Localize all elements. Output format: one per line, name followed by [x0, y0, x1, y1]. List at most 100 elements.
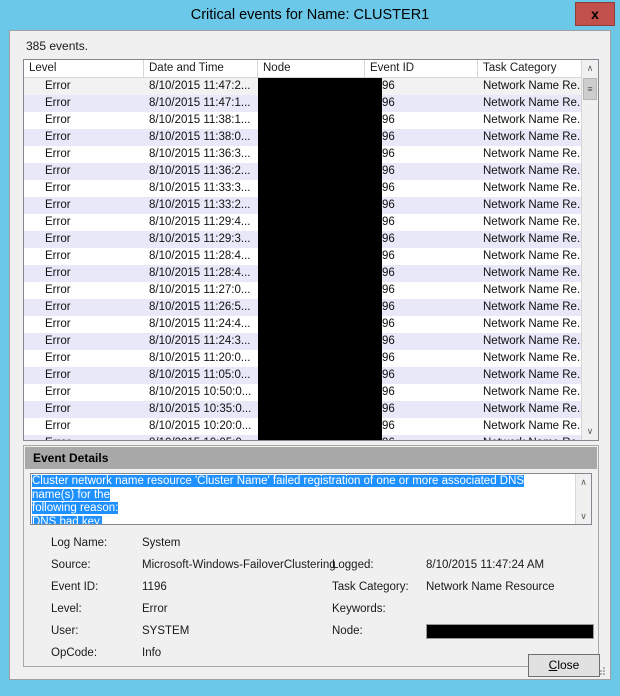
cell-task-category: Network Name Re... — [483, 182, 583, 194]
detail-label: Logged: — [332, 559, 374, 571]
cell-level: Error — [45, 250, 71, 262]
cell-task-category: Network Name Re... — [483, 403, 583, 415]
node-column-redaction — [258, 78, 382, 440]
cell-datetime: 8/10/2015 11:28:4... — [149, 267, 251, 279]
cell-datetime: 8/10/2015 11:47:2... — [149, 80, 251, 92]
cell-datetime: 8/10/2015 11:29:3... — [149, 233, 251, 245]
cell-datetime: 8/10/2015 11:24:3... — [149, 335, 251, 347]
cell-task-category: Network Name Re... — [483, 420, 583, 432]
cell-task-category: Network Name Re... — [483, 131, 583, 143]
events-list-header[interactable]: Level Date and Time Node Event ID Task Categ… — [24, 60, 598, 78]
cell-task-category: Network Name Re... — [483, 267, 583, 279]
detail-field-row: Source: Microsoft-Windows-FailoverCluster… — [24, 554, 598, 576]
detail-label: User: — [51, 625, 79, 637]
cell-datetime: 8/10/2015 10:50:0... — [149, 386, 252, 398]
cell-level: Error — [45, 114, 71, 126]
detail-label: Source: — [51, 559, 91, 571]
cell-datetime: 8/10/2015 11:29:4... — [149, 216, 251, 228]
column-header-task-category[interactable]: Task Category — [478, 60, 583, 77]
cell-task-category: Network Name Re... — [478, 435, 583, 440]
cell-level: Error — [45, 267, 71, 279]
detail-label: Level: — [51, 603, 82, 615]
close-button[interactable]: Close — [528, 654, 600, 677]
events-list-scrollbar[interactable]: ∧ ≡ ∨ — [581, 60, 598, 440]
cell-datetime: 8/10/2015 11:20:0... — [149, 352, 251, 364]
cell-level: Error — [45, 97, 71, 109]
cell-level: Error — [45, 318, 71, 330]
cell-level: Error — [45, 420, 71, 432]
cell-level: Error — [45, 148, 71, 160]
events-count-label: 385 events. — [26, 39, 89, 53]
cell-datetime: 8/10/2015 11:26:5... — [149, 301, 251, 313]
detail-label: Log Name: — [51, 537, 108, 549]
detail-value: 1196 — [142, 581, 167, 593]
cell-task-category: Network Name Re... — [483, 165, 583, 177]
detail-value: 8/10/2015 11:47:24 AM — [426, 559, 545, 571]
cell-task-category: Network Name Re... — [483, 216, 583, 228]
cell-level: Error — [45, 352, 71, 364]
cell-task-category: Network Name Re... — [483, 318, 583, 330]
cell-task-category: Network Name Re... — [483, 284, 583, 296]
detail-label: Task Category: — [332, 581, 409, 593]
description-line: DNS bad key. — [32, 515, 560, 524]
detail-value: System — [142, 537, 181, 549]
event-description-scrollbar[interactable]: ∧ ∨ — [575, 474, 591, 524]
detail-field-row: Level: Error Keywords: — [24, 598, 598, 620]
cell-datetime: 8/10/2015 10:20:0... — [149, 420, 252, 432]
cell-datetime: 8/10/2015 11:05:0... — [149, 369, 251, 381]
description-line-text: Cluster network name resource 'Cluster N… — [32, 475, 525, 501]
detail-value: Error — [142, 603, 168, 615]
cell-level: Error — [45, 403, 71, 415]
cell-task-category: Network Name Re... — [483, 352, 583, 364]
close-button-label: lose — [557, 658, 580, 672]
event-description-box[interactable]: Cluster network name resource 'Cluster N… — [30, 473, 592, 525]
cell-level: Error — [45, 182, 71, 194]
column-header-event-id[interactable]: Event ID — [365, 60, 478, 77]
scroll-down-icon[interactable]: ∨ — [582, 423, 598, 440]
title-bar[interactable]: Critical events for Name: CLUSTER1 x — [0, 0, 620, 30]
cell-datetime: 8/10/2015 10:35:0... — [149, 403, 252, 415]
detail-field-row: Event ID: 1196 Task Category: Network Name … — [24, 576, 598, 598]
description-line-text: DNS bad key. — [32, 515, 103, 524]
scroll-up-icon[interactable]: ∧ — [582, 60, 598, 77]
detail-label: Event ID: — [51, 581, 99, 593]
close-window-button[interactable]: x — [575, 2, 615, 26]
event-field-list: Log Name: System Source: Microsoft-Windows-… — [24, 532, 598, 659]
cell-task-category: Network Name Re... — [483, 386, 583, 398]
cell-level: Error — [45, 80, 71, 92]
cell-datetime: 8/10/2015 11:27:0... — [149, 284, 251, 296]
events-list-view[interactable]: Level Date and Time Node Event ID Task Categ… — [23, 59, 599, 441]
description-line-text: following reason: — [32, 502, 119, 514]
cell-task-category: Network Name Re... — [483, 233, 583, 245]
column-header-date-and-time[interactable]: Date and Time — [144, 60, 258, 77]
cell-level: Error — [45, 131, 71, 143]
cell-level: Error — [45, 165, 71, 177]
cell-level: Error — [45, 284, 71, 296]
cell-task-category: Network Name Re... — [483, 97, 583, 109]
cell-task-category: Network Name Re... — [483, 335, 583, 347]
detail-label: Keywords: — [332, 603, 386, 615]
cell-datetime: 8/10/2015 11:38:1... — [149, 114, 251, 126]
cell-datetime: 8/10/2015 11:33:2... — [149, 199, 251, 211]
desc-scroll-up-icon[interactable]: ∧ — [576, 474, 591, 490]
cell-datetime: 8/10/2015 11:24:4... — [149, 318, 251, 330]
cell-datetime: 8/10/2015 10:05:0... — [144, 435, 258, 440]
column-header-level[interactable]: Level — [24, 60, 144, 77]
cell-task-category: Network Name Re... — [483, 148, 583, 160]
desc-scroll-down-icon[interactable]: ∨ — [576, 508, 591, 524]
scrollbar-thumb[interactable]: ≡ — [583, 78, 597, 100]
window-title: Critical events for Name: CLUSTER1 — [190, 7, 430, 23]
detail-value: Network Name Resource — [426, 581, 555, 593]
event-details-header: Event Details — [25, 447, 597, 469]
cell-datetime: 8/10/2015 11:38:0... — [149, 131, 251, 143]
detail-field-row: OpCode: Info — [24, 642, 598, 664]
cell-task-category: Network Name Re... — [483, 199, 583, 211]
cell-datetime: 8/10/2015 11:36:3... — [149, 148, 251, 160]
cell-datetime: 8/10/2015 11:36:2... — [149, 165, 251, 177]
cell-level: Error — [45, 386, 71, 398]
node-value-redaction — [426, 624, 594, 639]
detail-value: Info — [142, 647, 162, 659]
column-header-node[interactable]: Node — [258, 60, 365, 77]
cell-level: Error — [45, 301, 71, 313]
cell-level: Error — [45, 335, 71, 347]
